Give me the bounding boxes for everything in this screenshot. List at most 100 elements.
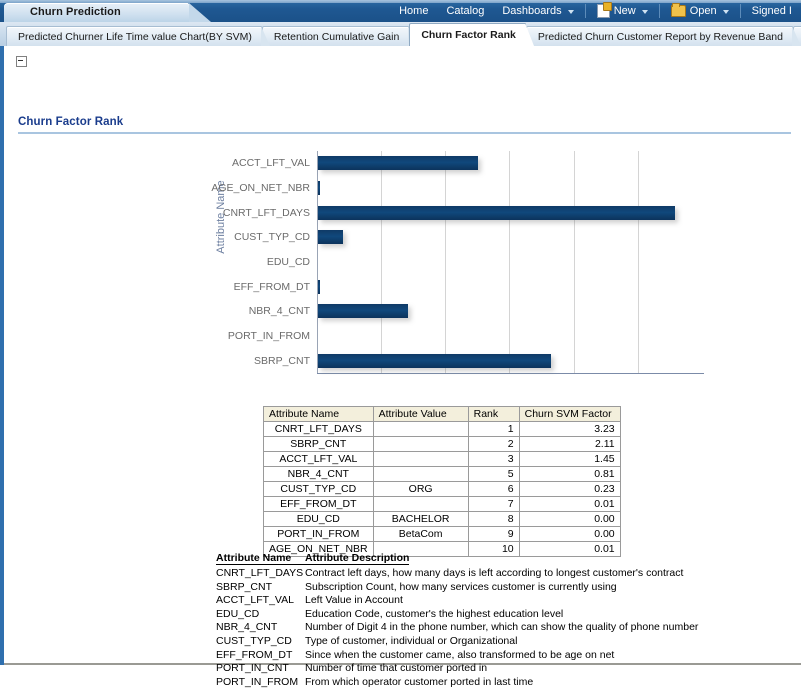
application-tab-label: Churn Prediction [30,6,121,18]
collapse-section-icon[interactable] [16,56,27,67]
chart-y-tick-label: CUST_TYP_CD [234,231,310,244]
cell-rank: 1 [467,421,520,437]
description-attribute-name: ACCT_LFT_VAL [216,594,294,607]
chart-bar[interactable] [318,205,676,220]
description-row: CNRT_LFT_DAYS Contract left days, how man… [216,567,698,581]
column-header-attribute-value[interactable]: Attribute Value [372,406,469,422]
top-navigation-bar: Churn Prediction Home Catalog Dashboards… [0,0,801,23]
cell-churn-svm-factor: 2.11 [518,436,621,452]
tab-retention-cumulative-gain[interactable]: Retention Cumulative Gain [261,26,418,46]
table-body: CNRT_LFT_DAYS 1 3.23 SBRP_CNT 2 2.11 ACCT_LFT_… [263,421,621,557]
tab-predicted-churn-customer-report-by-revenue-band[interactable]: Predicted Churn Customer Report by Reven… [525,26,801,46]
table-row: EDU_CD BACHELOR 8 0.00 [263,511,621,527]
chart-bar[interactable] [318,156,479,171]
cell-churn-svm-factor: 0.01 [518,496,621,512]
cell-churn-svm-factor: 3.23 [518,421,621,437]
chart-category-row: EFF_FROM_DT [234,274,704,299]
description-row: SBRP_CNT Subscription Count, how many ser… [216,581,698,595]
nav-link-new[interactable]: New [588,0,657,22]
cell-attribute-value [372,496,469,512]
description-attribute-name: CUST_TYP_CD [216,634,292,647]
nav-link-dashboards-label: Dashboards [502,5,562,17]
nav-divider [739,4,741,18]
tab-predicted-churner-life-time-value-chart[interactable]: Predicted Churner Life Time value Chart(… [6,26,270,46]
nav-link-open[interactable]: Open [662,0,738,22]
cell-attribute-value [372,451,469,467]
chart-bar[interactable] [318,304,408,319]
description-row: ACCT_LFT_VAL Left Value in Account [216,594,698,608]
chart-bar[interactable] [318,180,320,195]
cell-attribute-name: PORT_IN_FROM [263,526,374,542]
chart-y-tick-label: SBRP_CNT [253,354,310,367]
nav-link-new-label: New [613,5,636,17]
description-row: EDU_CD Education Code, customer's the hig… [216,608,698,622]
chevron-down-icon [641,10,648,14]
nav-link-catalog-label: Catalog [446,5,485,17]
description-header-name: Attribute Name [216,552,305,565]
column-header-churn-svm-factor[interactable]: Churn SVM Factor [518,406,621,422]
chart-y-tick-label: ACCT_LFT_VAL [232,157,310,170]
cell-attribute-name: EFF_FROM_DT [263,496,374,512]
description-attribute-text: Subscription Count, how many services cu… [305,580,617,593]
description-attribute-name: EFF_FROM_DT [216,648,293,661]
cell-rank: 2 [467,436,520,452]
chart-category-row: AGE_ON_NET_NBR [211,176,704,201]
description-row: PORT_IN_CNT Number of time that customer … [216,662,698,676]
dashboard-tab-strip: Predicted Churner Life Time value Chart(… [0,22,801,47]
column-header-rank[interactable]: Rank [467,406,520,422]
cell-attribute-value: BetaCom [372,526,469,542]
tab-label: Predicted Churn Customer Report by Reven… [537,30,783,43]
cell-attribute-name: SBRP_CNT [263,436,374,452]
description-attribute-name: EDU_CD [216,607,260,620]
table-row: SBRP_CNT 2 2.11 [263,436,621,452]
description-attribute-name: SBRP_CNT [216,580,273,593]
cell-rank: 9 [467,526,520,542]
description-attribute-text: Since when the customer came, also trans… [305,648,615,661]
nav-link-catalog[interactable]: Catalog [437,0,493,22]
cell-rank: 5 [467,466,520,482]
folder-icon [670,3,686,17]
attribute-description-list: Attribute Name Attribute Description CNR… [216,552,698,689]
description-header-desc: Attribute Description [305,552,410,565]
nav-link-signed-in[interactable]: Signed I [743,0,801,22]
column-header-attribute-name[interactable]: Attribute Name [263,406,374,422]
description-header-row: Attribute Name Attribute Description [216,552,698,565]
chart-bar[interactable] [318,230,344,245]
nav-link-home[interactable]: Home [390,0,437,22]
table-row: ACCT_LFT_VAL 3 1.45 [263,451,621,467]
chart-y-tick-label: AGE_ON_NET_NBR [211,181,310,194]
churn-factor-rank-chart: Attribute Name ACCT_LFT_VAL AGE_ON_NET_NB… [182,146,722,391]
nav-link-dashboards[interactable]: Dashboards [493,0,582,22]
table-row: EFF_FROM_DT 7 0.01 [263,496,621,512]
tab-churn-factor-rank[interactable]: Churn Factor Rank [409,23,534,46]
cell-attribute-value: BACHELOR [372,511,469,527]
cell-churn-svm-factor: 0.00 [518,526,621,542]
dashboard-tabs: Predicted Churner Life Time value Chart(… [6,22,801,46]
description-attribute-text: Type of customer, individual or Organiza… [305,634,518,647]
chart-bar[interactable] [318,279,320,294]
cell-attribute-name: ACCT_LFT_VAL [263,451,374,467]
cell-attribute-value [372,421,469,437]
chart-category-row: CUST_TYP_CD [234,225,704,250]
table-row: CUST_TYP_CD ORG 6 0.23 [263,481,621,497]
report-panel: Churn Factor Rank Attribute Name ACCT_LF… [4,46,801,688]
new-page-icon [596,2,612,18]
cell-rank: 8 [467,511,520,527]
description-row: NBR_4_CNT Number of Digit 4 in the phone … [216,621,698,635]
description-attribute-name: PORT_IN_FROM [216,675,299,688]
tab-label: Retention Cumulative Gain [273,30,400,43]
tab-label: Predicted Churner Life Time value Chart(… [18,30,252,43]
chevron-down-icon [722,10,729,14]
chart-category-row: ACCT_LFT_VAL [232,151,704,176]
chart-bar[interactable] [318,353,552,368]
nav-divider [658,4,660,18]
cell-attribute-value [372,466,469,482]
chart-category-row: EDU_CD [267,250,704,275]
tab-label: Churn Factor Rank [421,29,516,41]
cell-rank: 6 [467,481,520,497]
description-attribute-text: From which operator customer ported in l… [305,675,534,688]
chart-y-tick-label: CNRT_LFT_DAYS [222,206,310,219]
cell-attribute-value: ORG [372,481,469,497]
application-tab[interactable]: Churn Prediction [4,3,211,22]
cell-attribute-value [372,436,469,452]
